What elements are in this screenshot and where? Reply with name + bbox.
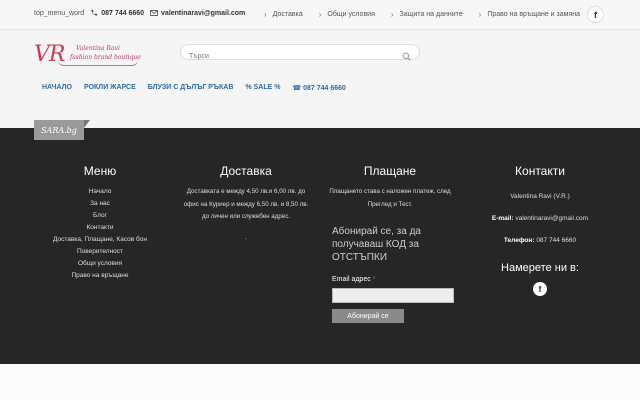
footer-delivery-column: Доставка Доставката е между 4,50 лв.и 6,…	[176, 164, 316, 243]
contact-email: E-mail: valentinaravi@gmail.com	[491, 215, 589, 222]
delivery-text-line: офис на Куриер и между 6,50 лв. и 8,50 л…	[183, 200, 309, 208]
contacts-title: Контакти	[515, 164, 565, 178]
footer: SARA.bg Меню Начало За нас Блог Контакти…	[0, 120, 640, 364]
nav-long-sleeve[interactable]: БЛУЗИ С ДЪЛЪГ РЪКАВ	[148, 84, 234, 92]
top-bar: top_menu_word 087 744 6660 valentinaravi…	[0, 0, 640, 30]
footer-contacts-column: Контакти Valentina Ravi (V.R.) E-mail: v…	[470, 164, 610, 296]
logo[interactable]: VR Valentina Ravi fashion brand boutique	[34, 42, 144, 72]
menu-title: Меню	[83, 164, 117, 178]
footer-link[interactable]: Право на връщане	[40, 270, 160, 282]
footer-link[interactable]: Контакти	[40, 222, 160, 234]
delivery-title: Доставка	[220, 164, 272, 178]
email-label: Email адрес *	[332, 276, 376, 283]
delivery-dot: -	[244, 233, 248, 243]
top-link-privacy[interactable]: › Защита на данните	[391, 10, 463, 19]
subscribe-button[interactable]: Абонирай се	[332, 309, 404, 323]
delivery-text-line: Доставката е между 4,50 лв.и 6,00 лв. до	[186, 188, 306, 195]
contact-name: Valentina Ravi (V.R.)	[510, 193, 570, 200]
nav-home[interactable]: НАЧАЛО	[42, 84, 72, 92]
nav-dresses[interactable]: РОКЛИ ЖАРСЕ	[84, 84, 136, 92]
nav-sale[interactable]: % SALE %	[245, 84, 280, 92]
phone-icon	[90, 9, 98, 17]
top-phone[interactable]: 087 744 6660	[101, 10, 144, 17]
footer-payment-column: Плащане Плащането става с наложен платеж…	[320, 164, 460, 323]
payment-text-line: Преглед и Тест.	[367, 200, 413, 208]
bottom-strip	[0, 364, 640, 400]
search-box	[180, 44, 420, 64]
top-email[interactable]: valentinaravi@gmail.com	[161, 10, 245, 17]
main-nav: НАЧАЛО РОКЛИ ЖАРСЕ БЛУЗИ С ДЪЛЪГ РЪКАВ %…	[42, 84, 358, 92]
logo-swoosh	[58, 60, 138, 66]
contact-phone: Телефон: 087 744 6660	[503, 237, 577, 244]
chevron-right-icon: ›	[264, 10, 267, 19]
required-mark: *	[372, 276, 376, 283]
payment-title: Плащане	[363, 164, 417, 178]
footer-menu-column: Меню Начало За нас Блог Контакти Доставк…	[40, 164, 160, 282]
top-link-returns[interactable]: › Право на връщане и замяна	[479, 10, 580, 19]
footer-link[interactable]: Общи условия	[40, 258, 160, 270]
facebook-icon[interactable]: f	[533, 282, 547, 296]
footer-link[interactable]: Поверителност	[40, 246, 160, 258]
chevron-right-icon: ›	[478, 10, 482, 19]
footer-link[interactable]: Доставка, Плащане, Касов бон	[40, 234, 160, 246]
footer-badge[interactable]: SARA.bg	[34, 120, 90, 140]
top-link-terms[interactable]: › Общи условия	[319, 10, 375, 19]
footer-link[interactable]: Начало	[40, 186, 160, 198]
nav-phone[interactable]: ☎ 087 744 6660	[292, 84, 345, 92]
find-us-heading: Намерете ни в:	[501, 262, 579, 274]
payment-text-line: Плащането става с наложен платеж, след	[329, 188, 451, 195]
email-field[interactable]	[332, 288, 454, 303]
delivery-text-line: до личен или служебен адрес.	[201, 213, 291, 220]
facebook-icon[interactable]: f	[587, 6, 604, 23]
footer-link[interactable]: За нас	[40, 198, 160, 210]
subscribe-heading: Абонирай се, за да получаваш КОД за ОТСТ…	[332, 226, 421, 263]
search-input[interactable]	[189, 49, 389, 64]
header: VR Valentina Ravi fashion brand boutique…	[0, 30, 640, 128]
search-icon[interactable]	[402, 48, 411, 61]
chevron-right-icon: ›	[318, 10, 322, 19]
footer-link[interactable]: Блог	[40, 210, 160, 222]
top-menu-word: top_menu_word	[34, 9, 85, 17]
top-link-delivery[interactable]: › Доставка	[264, 10, 303, 19]
chevron-right-icon: ›	[390, 10, 394, 19]
envelope-icon	[150, 9, 158, 17]
